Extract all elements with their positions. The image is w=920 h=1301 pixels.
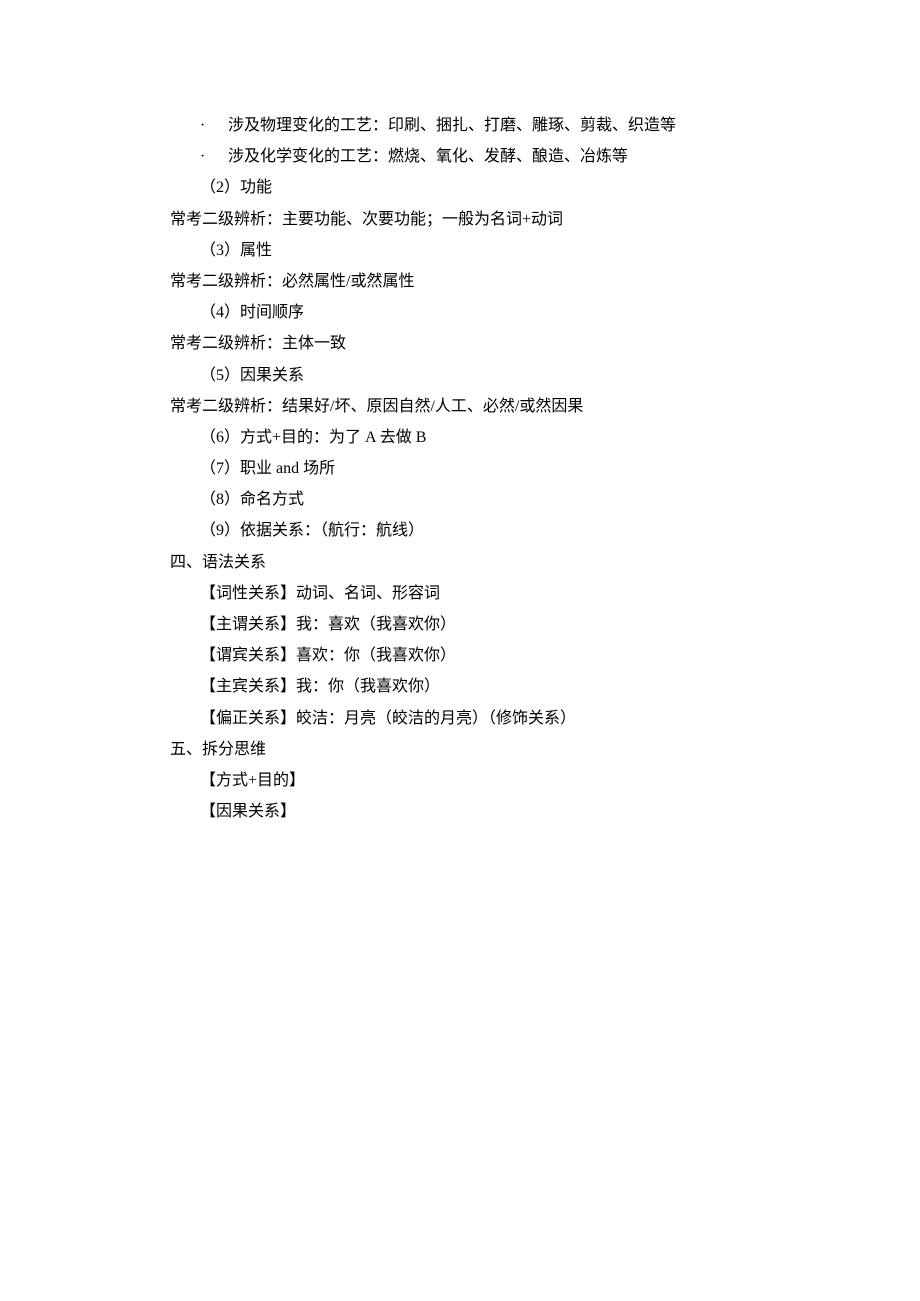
text-line: 【主宾关系】我：你（我喜欢你） — [170, 671, 750, 702]
text-line: 【词性关系】动词、名词、形容词 — [170, 578, 750, 609]
text-line: 常考二级辨析：结果好/坏、原因自然/人工、必然/或然因果 — [170, 391, 750, 422]
text-line: （8）命名方式 — [170, 484, 750, 515]
bullet-text: 涉及物理变化的工艺：印刷、捆扎、打磨、雕琢、剪裁、织造等 — [228, 110, 676, 141]
text-line: （2）功能 — [170, 172, 750, 203]
bullet-text: 涉及化学变化的工艺：燃烧、氧化、发酵、酿造、冶炼等 — [228, 141, 628, 172]
bullet-line: ·涉及物理变化的工艺：印刷、捆扎、打磨、雕琢、剪裁、织造等 — [170, 110, 750, 141]
text-line: （4）时间顺序 — [170, 297, 750, 328]
text-line: （7）职业 and 场所 — [170, 453, 750, 484]
text-line: （5）因果关系 — [170, 360, 750, 391]
document-content: ·涉及物理变化的工艺：印刷、捆扎、打磨、雕琢、剪裁、织造等·涉及化学变化的工艺：… — [170, 110, 750, 827]
text-line: 五、拆分思维 — [170, 734, 750, 765]
text-line: 常考二级辨析：主要功能、次要功能；一般为名词+动词 — [170, 204, 750, 235]
bullet-line: ·涉及化学变化的工艺：燃烧、氧化、发酵、酿造、冶炼等 — [170, 141, 750, 172]
text-line: 【主谓关系】我：喜欢（我喜欢你） — [170, 609, 750, 640]
text-line: 【因果关系】 — [170, 796, 750, 827]
bullet-icon: · — [200, 110, 228, 141]
text-line: 四、语法关系 — [170, 547, 750, 578]
text-line: （6）方式+目的：为了 A 去做 B — [170, 422, 750, 453]
text-line: 【谓宾关系】喜欢：你（我喜欢你） — [170, 640, 750, 671]
text-line: （9）依据关系：（航行：航线） — [170, 515, 750, 546]
text-line: 常考二级辨析：必然属性/或然属性 — [170, 266, 750, 297]
text-line: 【偏正关系】皎洁：月亮（皎洁的月亮）（修饰关系） — [170, 703, 750, 734]
bullet-icon: · — [200, 141, 228, 172]
text-line: 【方式+目的】 — [170, 765, 750, 796]
text-line: （3）属性 — [170, 235, 750, 266]
text-line: 常考二级辨析：主体一致 — [170, 328, 750, 359]
